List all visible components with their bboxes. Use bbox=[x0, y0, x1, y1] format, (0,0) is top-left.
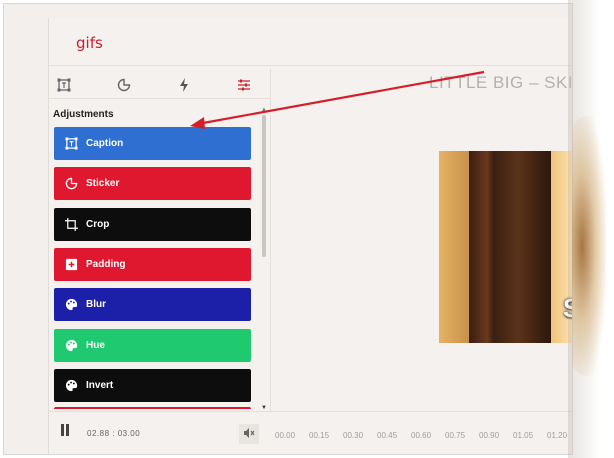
crop-button-label: Crop bbox=[86, 219, 110, 230]
sticker-button[interactable]: Sticker bbox=[54, 167, 251, 200]
timeline-tick: 00.00 bbox=[275, 431, 296, 440]
app-header: gifs bbox=[49, 18, 572, 66]
preview-wall bbox=[439, 151, 469, 343]
scroll-up-icon[interactable]: ▲ bbox=[261, 107, 267, 113]
next-adjustment-button[interactable] bbox=[54, 407, 251, 409]
sticker-button-label: Sticker bbox=[86, 178, 120, 189]
pause-icon bbox=[60, 423, 70, 441]
hue-button[interactable]: Hue bbox=[54, 329, 251, 362]
timeline-tick: 00.30 bbox=[343, 431, 364, 440]
invert-button-label: Invert bbox=[86, 380, 114, 391]
adjustments-list: Caption Sticker Crop Padding Blur Hue In… bbox=[54, 127, 251, 409]
sticker-icon bbox=[64, 177, 78, 191]
hue-button-label: Hue bbox=[86, 340, 105, 351]
scrollbar-thumb[interactable] bbox=[262, 115, 266, 257]
timeline-tick: 00.15 bbox=[309, 431, 330, 440]
padding-button[interactable]: Padding bbox=[54, 248, 251, 281]
timeline-tick: 01.20 bbox=[547, 431, 568, 440]
blur-button[interactable]: Blur bbox=[54, 288, 251, 321]
playback-time: 02.88 : 03.00 bbox=[87, 429, 141, 438]
video-title: LITTLE BIG – SKIE bbox=[429, 73, 573, 92]
mute-button[interactable] bbox=[239, 424, 259, 444]
tab-sticker[interactable] bbox=[113, 75, 135, 95]
section-title: Adjustments bbox=[53, 109, 114, 120]
text-frame-icon bbox=[57, 78, 71, 92]
tab-adjustments[interactable] bbox=[233, 75, 255, 95]
timeline-tick: 00.45 bbox=[377, 431, 398, 440]
screenshot-frame: gifs Adjustments Caption Sticker Crop Pa… bbox=[3, 3, 573, 455]
tab-caption[interactable] bbox=[53, 75, 75, 95]
sliders-icon bbox=[237, 78, 251, 92]
tab-effects[interactable] bbox=[173, 75, 195, 95]
padding-icon bbox=[64, 258, 78, 272]
app-logo[interactable]: gifs bbox=[76, 34, 103, 52]
speaker-muted-icon bbox=[243, 425, 255, 443]
preview-area: LITTLE BIG – SKIE S bbox=[271, 69, 573, 411]
preview-door bbox=[469, 151, 551, 343]
caption-button-label: Caption bbox=[86, 138, 124, 149]
text-frame-icon bbox=[64, 137, 78, 151]
timeline-tick: 00.90 bbox=[479, 431, 500, 440]
palette-icon bbox=[64, 379, 78, 393]
timeline-tick: 01.05 bbox=[513, 431, 534, 440]
padding-button-label: Padding bbox=[86, 259, 126, 270]
sidebar-tabs bbox=[49, 69, 271, 99]
timeline-tick: 00.75 bbox=[445, 431, 466, 440]
blur-button-label: Blur bbox=[86, 299, 106, 310]
sticker-icon bbox=[117, 78, 131, 92]
pause-button[interactable] bbox=[57, 424, 73, 440]
crop-button[interactable]: Crop bbox=[54, 208, 251, 241]
playback-bar: 02.88 : 03.00 00.00 00.15 00.30 00.45 00… bbox=[49, 411, 572, 454]
palette-icon bbox=[64, 298, 78, 312]
adjustments-sidebar: Adjustments Caption Sticker Crop Padding… bbox=[49, 69, 271, 411]
blurred-object bbox=[572, 116, 606, 376]
gif-editor-app: gifs Adjustments Caption Sticker Crop Pa… bbox=[48, 18, 573, 454]
timeline-ticks[interactable]: 00.00 00.15 00.30 00.45 00.60 00.75 00.9… bbox=[275, 431, 572, 443]
invert-button[interactable]: Invert bbox=[54, 369, 251, 402]
palette-icon bbox=[64, 339, 78, 353]
sidebar-scrollbar[interactable]: ▲ ▼ bbox=[260, 107, 268, 413]
caption-button[interactable]: Caption bbox=[54, 127, 251, 160]
lightning-icon bbox=[178, 78, 190, 92]
gif-preview: S bbox=[439, 151, 572, 343]
crop-icon bbox=[64, 218, 78, 232]
timeline-tick: 00.60 bbox=[411, 431, 432, 440]
